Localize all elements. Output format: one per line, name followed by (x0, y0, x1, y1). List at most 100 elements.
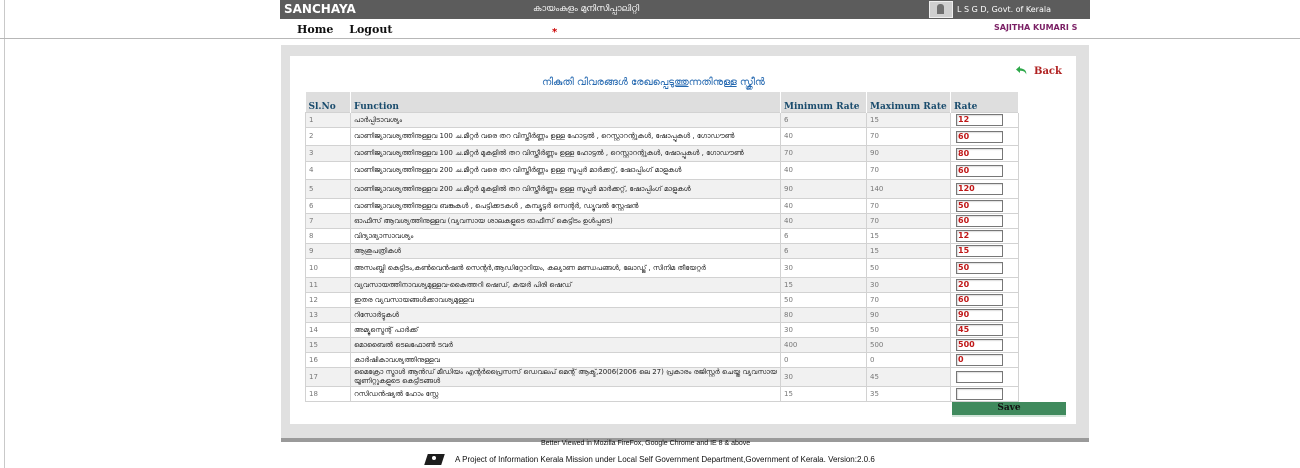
function-cell: മൈക്രോ സ്മാൾ ആൻഡ് മീഡിയം എന്റർപ്രൈസസ് ഡെ… (350, 367, 781, 387)
footer-project: A Project of Information Kerala Mission … (426, 454, 875, 465)
minimum-rate-cell: 40 (780, 127, 867, 146)
rate-cell (950, 145, 1019, 162)
maximum-rate-cell: 140 (866, 179, 951, 199)
rate-cell (950, 258, 1019, 278)
slno-cell: 7 (305, 213, 351, 229)
rate-cell (950, 322, 1019, 338)
rate-input[interactable] (956, 279, 1003, 291)
table-row: 9 ആശുപത്രികൾ 6 15 (305, 243, 1019, 259)
browser-note: Better Viewed in Mozilla FireFox, Google… (541, 440, 751, 447)
required-marker: * (552, 27, 558, 38)
header-maximum-rate: Maximum Rate (866, 92, 951, 113)
minimum-rate-cell: 15 (780, 277, 867, 293)
slno-cell: 14 (305, 322, 351, 338)
rate-cell (950, 277, 1019, 293)
rate-input[interactable] (956, 147, 1003, 160)
rate-input[interactable] (956, 309, 1003, 321)
save-button[interactable]: Save (952, 402, 1066, 417)
rate-cell (950, 161, 1019, 180)
rate-input[interactable] (956, 354, 1003, 366)
function-cell: വിദ്യാഭ്യാസാവശ്യം (350, 228, 781, 244)
minimum-rate-cell: 6 (780, 243, 867, 259)
maximum-rate-cell: 70 (866, 198, 951, 214)
maximum-rate-cell: 50 (866, 322, 951, 338)
slno-cell: 8 (305, 228, 351, 244)
rate-input[interactable] (956, 371, 1003, 383)
function-cell: പാർപ്പിടാവശ്യം (350, 112, 781, 128)
minimum-rate-cell: 6 (780, 228, 867, 244)
rate-input[interactable] (956, 339, 1003, 351)
maximum-rate-cell: 15 (866, 228, 951, 244)
rate-cell (950, 213, 1019, 229)
rate-cell (950, 307, 1019, 323)
table-row: 6 വാണിജ്യാവശ്യത്തിനുള്ളവ ബങ്കുകൾ , പെട്ടി… (305, 198, 1019, 214)
function-cell: വാണിജ്യാവശ്യത്തിനുള്ളവ 100 ച.മീറ്റർ മുകള… (350, 145, 781, 162)
slno-cell: 4 (305, 161, 351, 180)
minimum-rate-cell: 80 (780, 307, 867, 323)
table-row: 17 മൈക്രോ സ്മാൾ ആൻഡ് മീഡിയം എന്റർപ്രൈസസ് … (305, 367, 1019, 387)
home-link[interactable]: Home (297, 23, 333, 36)
minimum-rate-cell: 0 (780, 352, 867, 368)
rate-cell (950, 127, 1019, 146)
rate-input[interactable] (956, 164, 1003, 177)
rate-input[interactable] (956, 200, 1003, 212)
project-text: A Project of Information Kerala Mission … (455, 455, 875, 464)
government-block: L S G D, Govt. of Kerala (929, 1, 1051, 18)
header-slno: Sl.No (305, 92, 351, 113)
rate-input[interactable] (956, 183, 1003, 195)
table-row: 18 റസിഡൻഷ്യൽ ഹോം സ്റ്റേ 15 35 (305, 386, 1019, 402)
table-row: 11 വ്യവസായത്തിനാവശ്യമുള്ളവ-കൈത്തറി ഷെഡ്, … (305, 277, 1019, 293)
function-cell: അസംബ്ലി കെട്ടിടം,കൺവെൻഷൻ സെന്റർ,ആഡിറ്റോറ… (350, 258, 781, 278)
rate-input[interactable] (956, 294, 1003, 306)
minimum-rate-cell: 30 (780, 367, 867, 387)
main-navigation: Home Logout (297, 23, 404, 36)
function-cell: അമ്യൂസ്മെന്റ് പാർക്ക് (350, 322, 781, 338)
slno-cell: 15 (305, 337, 351, 353)
table-row: 10 അസംബ്ലി കെട്ടിടം,കൺവെൻഷൻ സെന്റർ,ആഡിറ്റ… (305, 258, 1019, 278)
logout-link[interactable]: Logout (349, 23, 392, 36)
rate-input[interactable] (956, 262, 1003, 274)
rate-cell (950, 337, 1019, 353)
tax-rate-table: Sl.No Function Minimum Rate Maximum Rate… (305, 92, 1019, 402)
minimum-rate-cell: 40 (780, 198, 867, 214)
table-row: 7 ഓഫീസ് ആവശ്യത്തിനുള്ളവ (വ്യവസായ ശാലകളുടെ… (305, 213, 1019, 229)
function-cell: വാണിജ്യാവശ്യത്തിനുള്ളവ ബങ്കുകൾ , പെട്ടിക… (350, 198, 781, 214)
minimum-rate-cell: 40 (780, 213, 867, 229)
header-rate: Rate (950, 92, 1019, 113)
rate-input[interactable] (956, 130, 1003, 143)
table-row: 14 അമ്യൂസ്മെന്റ് പാർക്ക് 30 50 (305, 322, 1019, 338)
maximum-rate-cell: 45 (866, 367, 951, 387)
top-header: SANCHAYA കായംകുളം മുനിസിപ്പാലിറ്റി L S G… (280, 0, 1090, 19)
rate-input[interactable] (956, 388, 1003, 400)
minimum-rate-cell: 30 (780, 258, 867, 278)
rate-input[interactable] (956, 324, 1003, 336)
function-cell: വാണിജ്യാവശ്യത്തിനുള്ളവ 100 ച.മീറ്റർ വരെ … (350, 127, 781, 146)
back-button[interactable]: Back (1014, 64, 1062, 78)
header-function: Function (350, 92, 781, 113)
rate-cell (950, 243, 1019, 259)
table-row: 8 വിദ്യാഭ്യാസാവശ്യം 6 15 (305, 228, 1019, 244)
rate-input[interactable] (956, 230, 1003, 242)
table-row: 16 കാർഷികാവശ്യത്തിനുള്ളവ 0 0 (305, 352, 1019, 368)
rate-cell (950, 386, 1019, 402)
slno-cell: 1 (305, 112, 351, 128)
rate-cell (950, 179, 1019, 199)
slno-cell: 10 (305, 258, 351, 278)
minimum-rate-cell: 6 (780, 112, 867, 128)
rate-cell (950, 198, 1019, 214)
table-row: 5 വാണിജ്യാവശ്യത്തിനുള്ളവ 200 ച.മീറ്റർ മുക… (305, 179, 1019, 199)
municipality-name: കായംകുളം മുനിസിപ്പാലിറ്റി (533, 4, 640, 14)
rate-input[interactable] (956, 245, 1003, 257)
slno-cell: 18 (305, 386, 351, 402)
table-row: 12 ഇതര വ്യവസായങ്ങൾക്കാവശ്യമുള്ളവ 50 70 (305, 292, 1019, 308)
table-row: 4 വാണിജ്യാവശ്യത്തിനുള്ളവ 200 ച.മീറ്റർ വരെ… (305, 161, 1019, 180)
maximum-rate-cell: 500 (866, 337, 951, 353)
maximum-rate-cell: 15 (866, 243, 951, 259)
page-title: നികുതി വിവരങ്ങൾ രേഖപ്പെടുത്തുന്നതിനുള്ള … (542, 77, 765, 88)
maximum-rate-cell: 90 (866, 307, 951, 323)
rate-input[interactable] (956, 215, 1003, 227)
rate-input[interactable] (956, 114, 1003, 126)
slno-cell: 17 (305, 367, 351, 387)
maximum-rate-cell: 30 (866, 277, 951, 293)
function-cell: ഇതര വ്യവസായങ്ങൾക്കാവശ്യമുള്ളവ (350, 292, 781, 308)
